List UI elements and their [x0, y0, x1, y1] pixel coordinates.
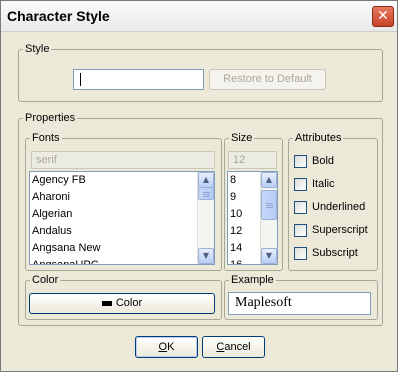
bold-label: Bold — [312, 155, 335, 167]
list-item[interactable]: Algerian — [30, 206, 214, 223]
color-button[interactable]: Color — [29, 293, 215, 314]
underlined-label: Underlined — [312, 201, 366, 213]
size-current-value: 12 — [233, 154, 246, 166]
font-current-field: serif — [31, 151, 215, 169]
font-list-scrollbar[interactable]: ▲ ▼ — [197, 172, 214, 264]
chevron-up-icon[interactable]: ▲ — [261, 172, 277, 188]
font-list[interactable]: Agency FB Aharoni Algerian Andalus Angsa… — [29, 171, 215, 265]
example-group-legend: Example — [231, 274, 274, 286]
ok-label-rest: K — [167, 341, 175, 353]
example-preview: Maplesoft — [228, 292, 371, 315]
restore-default-button[interactable]: Restore to Default — [209, 69, 326, 90]
size-list-scroll-thumb[interactable] — [261, 190, 277, 220]
list-item[interactable]: Aharoni — [30, 189, 214, 206]
fonts-group-legend: Fonts — [32, 132, 60, 144]
size-group-legend: Size — [231, 132, 253, 144]
cancel-label-rest: ancel — [224, 341, 251, 353]
size-current-field: 12 — [228, 151, 277, 169]
font-list-scroll-thumb[interactable] — [198, 187, 214, 200]
superscript-label: Superscript — [312, 224, 368, 236]
style-name-input[interactable] — [73, 69, 204, 90]
example-text: Maplesoft — [235, 295, 292, 310]
superscript-checkbox[interactable] — [294, 224, 307, 237]
title-bar: Character Style ✕ — [1, 1, 397, 32]
character-style-dialog: Character Style ✕ Style Restore to Defau… — [0, 0, 398, 372]
size-list[interactable]: 8 9 10 12 14 16 ▲ ▼ — [227, 171, 278, 265]
chevron-down-icon[interactable]: ▼ — [261, 248, 277, 264]
subscript-checkbox[interactable] — [294, 247, 307, 260]
bold-checkbox[interactable] — [294, 155, 307, 168]
cancel-button[interactable]: Cancel — [202, 336, 265, 358]
size-list-scrollbar[interactable]: ▲ ▼ — [260, 172, 277, 264]
italic-checkbox[interactable] — [294, 178, 307, 191]
font-current-value: serif — [36, 154, 57, 166]
list-item[interactable]: AngsanaUPC — [30, 257, 214, 264]
color-group-legend: Color — [32, 274, 59, 286]
window-title: Character Style — [7, 8, 110, 24]
list-item[interactable]: Agency FB — [30, 172, 214, 189]
chevron-up-icon[interactable]: ▲ — [198, 172, 214, 188]
chevron-down-icon[interactable]: ▼ — [198, 248, 214, 264]
color-swatch — [101, 300, 112, 306]
style-group-legend: Style — [25, 43, 50, 55]
close-button[interactable]: ✕ — [372, 6, 394, 27]
attributes-options: Bold Italic Underlined Superscript Subsc… — [288, 132, 376, 269]
text-caret — [80, 73, 81, 86]
list-item[interactable]: Andalus — [30, 223, 214, 240]
list-item[interactable]: Angsana New — [30, 240, 214, 257]
properties-group-legend: Properties — [25, 112, 76, 124]
close-icon: ✕ — [377, 8, 389, 24]
italic-label: Italic — [312, 178, 335, 190]
underlined-checkbox[interactable] — [294, 201, 307, 214]
subscript-label: Subscript — [312, 247, 358, 259]
restore-default-label: Restore to Default — [223, 73, 312, 85]
color-button-label: Color — [115, 297, 143, 309]
ok-button[interactable]: OK — [135, 336, 198, 358]
ok-mnemonic: O — [158, 341, 168, 353]
